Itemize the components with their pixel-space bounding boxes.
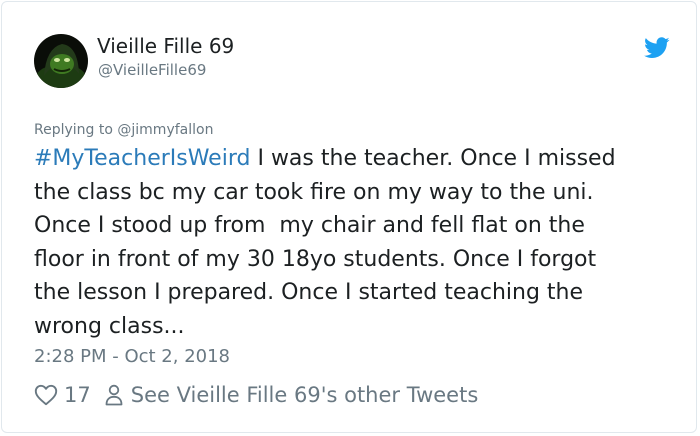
reply-context: Replying to @jimmyfallon: [34, 122, 213, 138]
tweet-actions: 17 See Vieille Fille 69's other Tweets: [34, 380, 478, 410]
like-count[interactable]: 17: [64, 383, 91, 407]
see-other-tweets-link[interactable]: See Vieille Fille 69's other Tweets: [131, 383, 479, 407]
avatar-image: [34, 34, 88, 88]
tweet-timestamp[interactable]: 2:28 PM - Oct 2, 2018: [34, 346, 230, 367]
reply-to-link[interactable]: @jimmyfallon: [117, 122, 213, 138]
tweet-text: #MyTeacherIsWeird I was the teacher. Onc…: [34, 142, 684, 343]
display-name[interactable]: Vieille Fille 69: [97, 34, 234, 58]
user-handle[interactable]: @VieilleFille69: [98, 61, 206, 79]
avatar[interactable]: [34, 34, 88, 88]
twitter-bird-icon[interactable]: [644, 37, 670, 59]
person-outline-icon[interactable]: [105, 384, 123, 406]
hashtag-link[interactable]: #MyTeacherIsWeird: [34, 146, 250, 171]
tweet-card: Vieille Fille 69 @VieilleFille69 Replyin…: [1, 1, 697, 433]
tweet-body: I was the teacher. Once I missed the cla…: [34, 146, 616, 339]
heart-outline-icon[interactable]: [34, 384, 58, 406]
reply-prefix: Replying to: [34, 122, 118, 138]
